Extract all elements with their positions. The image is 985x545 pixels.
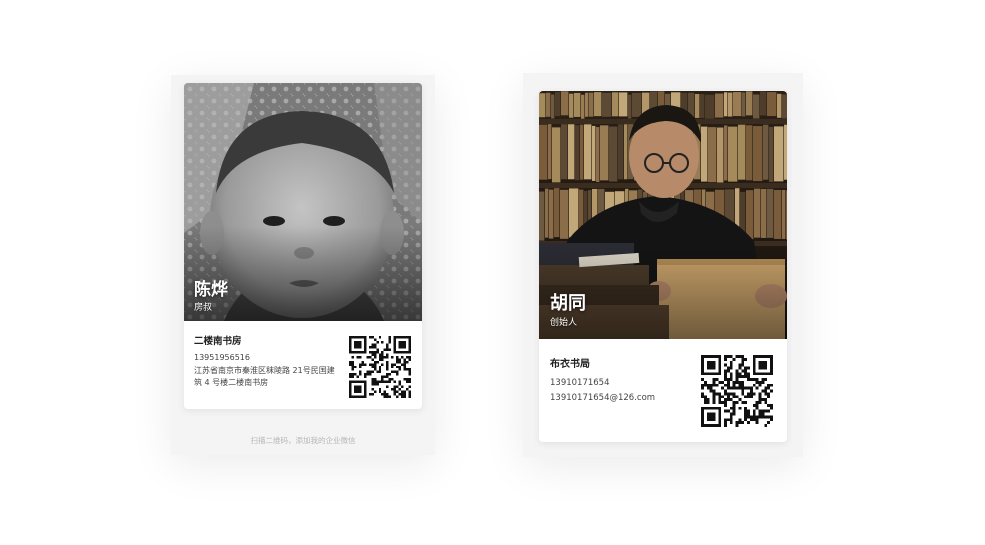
contact-info: 二楼南书房 13951956516 江苏省南京市秦淮区秣陵路 21号民国建 筑 …: [194, 333, 346, 390]
business-card-chen-ye[interactable]: 陈烨 房叔 二楼南书房 13951956516 江苏省南京市秦淮区秣陵路 21号…: [184, 83, 422, 409]
scan-hint-text: 扫描二维码，添加我的企业微信: [250, 436, 356, 445]
business-card-hu-tong[interactable]: 胡同 创始人 布衣书局 13910171654 13910171654@126.…: [539, 91, 787, 442]
business-card-panel-right: 胡同 创始人 布衣书局 13910171654 13910171654@126.…: [523, 73, 803, 457]
contact-name: 陈烨: [194, 280, 228, 300]
company-name: 二楼南书房: [194, 336, 242, 347]
contact-info: 布衣书局 13910171654 13910171654@126.com: [550, 355, 700, 406]
qr-code-icon[interactable]: [349, 336, 411, 398]
contact-title: 房叔: [194, 303, 213, 313]
contact-title: 创始人: [550, 318, 578, 328]
phone-number[interactable]: 13951956516: [194, 352, 346, 365]
qr-code-icon[interactable]: [701, 355, 773, 427]
business-card-panel-left: 陈烨 房叔 二楼南书房 13951956516 江苏省南京市秦淮区秣陵路 21号…: [171, 75, 435, 455]
contact-name: 胡同: [550, 293, 586, 314]
address-line-2: 筑 4 号楼二楼南书房: [194, 378, 269, 387]
phone-number[interactable]: 13910171654: [550, 376, 700, 391]
email-address[interactable]: 13910171654@126.com: [550, 391, 700, 406]
company-name: 布衣书局: [550, 359, 590, 370]
address-line-1: 江苏省南京市秦淮区秣陵路 21号民国建: [194, 365, 335, 375]
